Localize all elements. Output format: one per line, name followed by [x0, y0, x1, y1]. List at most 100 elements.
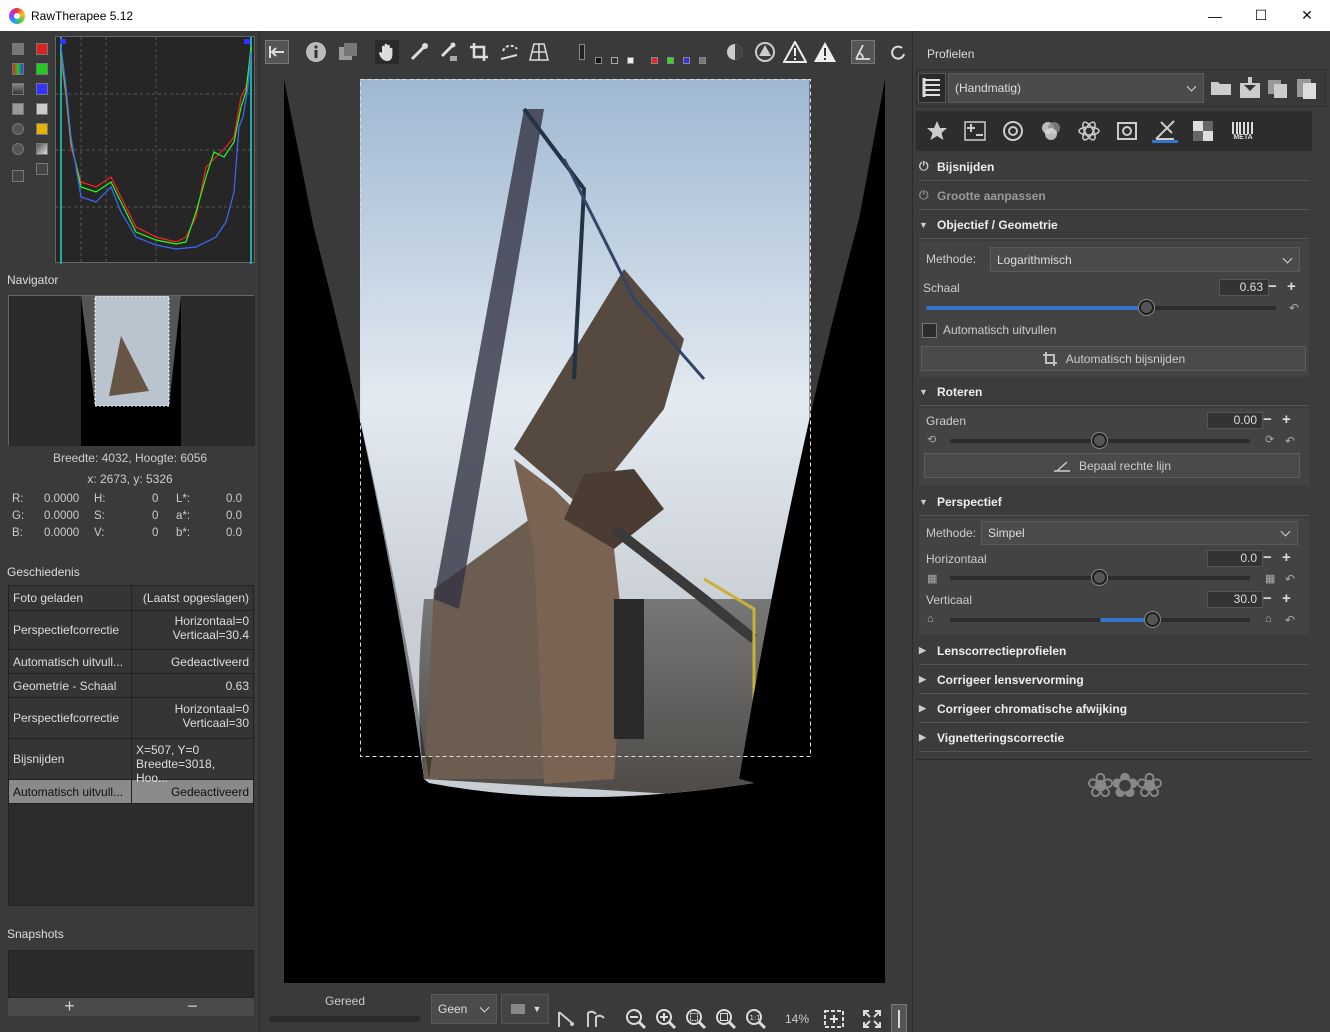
vignetting-header[interactable]: ▶ Vignetteringscorrectie [919, 724, 1309, 752]
scale-decrement-button[interactable]: − [1268, 279, 1277, 294]
horizontal-reset-icon[interactable]: ↶ [1285, 572, 1295, 586]
horizontal-increment-button[interactable]: + [1282, 550, 1291, 565]
perspective-header[interactable]: ▼ Perspectief [919, 488, 1309, 516]
save-profile-icon[interactable] [1237, 75, 1263, 101]
color-picker-icon[interactable] [437, 40, 461, 64]
degree-value-input[interactable]: 0.00 [1207, 412, 1263, 429]
profile-select[interactable]: (Handmatig) [948, 73, 1204, 103]
bar-display-toggle[interactable] [36, 143, 48, 155]
shadow-warning-icon[interactable] [813, 40, 837, 64]
perspective-method-select[interactable]: Simpel [981, 521, 1298, 545]
tab-detail[interactable] [1000, 119, 1026, 143]
new-detail-window-icon[interactable] [821, 1004, 847, 1032]
paste-profile-icon[interactable] [1293, 75, 1319, 101]
scope-icon[interactable] [12, 103, 24, 115]
scale-slider[interactable] [926, 300, 1276, 315]
before-after-icon[interactable] [336, 40, 360, 64]
tab-raw[interactable] [1190, 119, 1216, 143]
batch-queue-button[interactable]: ▼ [501, 994, 549, 1024]
zoom-out-icon[interactable] [623, 1004, 649, 1032]
history-row[interactable]: Bijsnijden X=507, Y=0 Breedte=3018, Hoo..… [9, 739, 253, 785]
scale-reset-icon[interactable]: ↶ [1289, 301, 1299, 315]
zoom-fit-crop-icon[interactable] [713, 1004, 739, 1032]
remove-snapshot-button[interactable]: − [131, 997, 254, 1016]
red-channel-toggle[interactable] [36, 43, 48, 55]
horizontal-slider[interactable] [950, 570, 1250, 585]
preview-blue-icon[interactable] [681, 40, 691, 64]
history-row[interactable]: Automatisch uitvull... Gedeactiveerd [9, 650, 253, 674]
external-editor-icon[interactable] [553, 1004, 579, 1032]
shadows-clipping-icon[interactable] [753, 40, 777, 64]
preview-white-icon[interactable] [625, 40, 635, 64]
crop-enable-icon[interactable]: ⏻ [919, 159, 937, 174]
tab-metadata[interactable]: META [1228, 119, 1258, 143]
waveform-icon[interactable] [12, 143, 24, 155]
lens-profile-header[interactable]: ▶ Lenscorrectieprofielen [919, 637, 1309, 665]
history-row[interactable]: Geometrie - Schaal 0.63 [9, 674, 253, 698]
green-channel-toggle[interactable] [36, 63, 48, 75]
degree-reset-icon[interactable]: ↶ [1285, 434, 1295, 448]
focus-mask-icon[interactable] [723, 40, 747, 64]
autofill-checkbox[interactable] [922, 323, 937, 338]
preview-luminance-icon[interactable] [697, 40, 707, 64]
autocrop-button[interactable]: Automatisch bijsnijden [921, 346, 1306, 371]
history-row[interactable]: Perspectiefcorrectie Horizontaal=0 Vertic… [9, 698, 253, 739]
vertical-decrement-button[interactable]: − [1263, 591, 1272, 606]
chroma-toggle[interactable] [36, 123, 48, 135]
vertical-slider[interactable] [950, 612, 1250, 627]
rotate-header[interactable]: ▼ Roteren [919, 378, 1309, 406]
navigate-tool-icon[interactable] [851, 40, 875, 64]
crop-tool-icon[interactable] [467, 40, 491, 64]
vertical-increment-button[interactable]: + [1282, 591, 1291, 606]
scale-increment-button[interactable]: + [1287, 279, 1296, 294]
perspective-tool-icon[interactable] [527, 40, 551, 64]
maximize-button[interactable]: ☐ [1238, 0, 1284, 31]
resize-tool-header[interactable]: ⏻ Grootte aanpassen [919, 182, 1309, 210]
tab-color[interactable] [1038, 119, 1064, 143]
zoom-fit-icon[interactable] [683, 1004, 709, 1032]
preview-red-icon[interactable] [649, 40, 659, 64]
raw-histogram-icon[interactable] [12, 83, 24, 95]
hide-right-panel-icon[interactable] [891, 1004, 907, 1032]
load-profile-icon[interactable] [1209, 75, 1235, 101]
histogram-type-icon[interactable] [12, 63, 24, 75]
navigator-preview[interactable] [8, 295, 255, 446]
hand-tool-icon[interactable] [375, 40, 399, 64]
history-row-selected[interactable]: Automatisch uitvull... Gedeactiveerd [9, 780, 253, 804]
hide-left-panel-icon[interactable] [265, 40, 289, 64]
degree-slider[interactable] [950, 433, 1250, 448]
highlight-warning-icon[interactable] [783, 40, 807, 64]
tab-advanced[interactable] [1076, 119, 1102, 143]
zoom-in-icon[interactable] [653, 1004, 679, 1032]
white-balance-picker-icon[interactable] [407, 40, 431, 64]
send-to-queue-icon[interactable] [583, 1004, 609, 1032]
distortion-header[interactable]: ▶ Corrigeer lensvervorming [919, 666, 1309, 694]
luminance-toggle[interactable] [36, 103, 48, 115]
degree-decrement-button[interactable]: − [1263, 412, 1272, 427]
preview-mode-select[interactable]: Geen [431, 994, 497, 1024]
blue-channel-toggle[interactable] [36, 83, 48, 95]
preview-black-icon[interactable] [593, 40, 603, 64]
profile-list-icon[interactable] [918, 73, 946, 103]
tab-exposure[interactable] [962, 119, 988, 143]
straighten-button[interactable]: Bepaal rechte lijn [924, 453, 1300, 478]
clipping-toggle-icon[interactable] [575, 40, 589, 64]
zoom-100-icon[interactable]: 1:1 [743, 1004, 769, 1032]
tab-transform[interactable] [1152, 119, 1178, 143]
rgb-bar-icon[interactable] [36, 163, 48, 175]
close-button[interactable]: ✕ [1284, 0, 1330, 31]
geometry-method-select[interactable]: Logarithmisch [990, 247, 1300, 272]
history-row[interactable]: Foto geladen (Laatst opgeslagen) [9, 586, 253, 611]
chromatic-aberration-header[interactable]: ▶ Corrigeer chromatische afwijking [919, 695, 1309, 723]
tab-locallab[interactable] [1114, 119, 1140, 143]
tab-favorites[interactable] [924, 119, 950, 143]
vectorscope-icon[interactable] [12, 123, 24, 135]
fullscreen-icon[interactable] [859, 1004, 885, 1032]
add-snapshot-button[interactable]: + [8, 997, 131, 1016]
histogram-more-icon[interactable] [12, 170, 24, 182]
copy-profile-icon[interactable] [1265, 75, 1291, 101]
rotate-cw-icon[interactable] [889, 40, 907, 64]
minimize-button[interactable]: — [1192, 0, 1238, 31]
resize-enable-icon[interactable]: ⏻ [919, 188, 937, 203]
image-preview[interactable] [284, 79, 885, 983]
